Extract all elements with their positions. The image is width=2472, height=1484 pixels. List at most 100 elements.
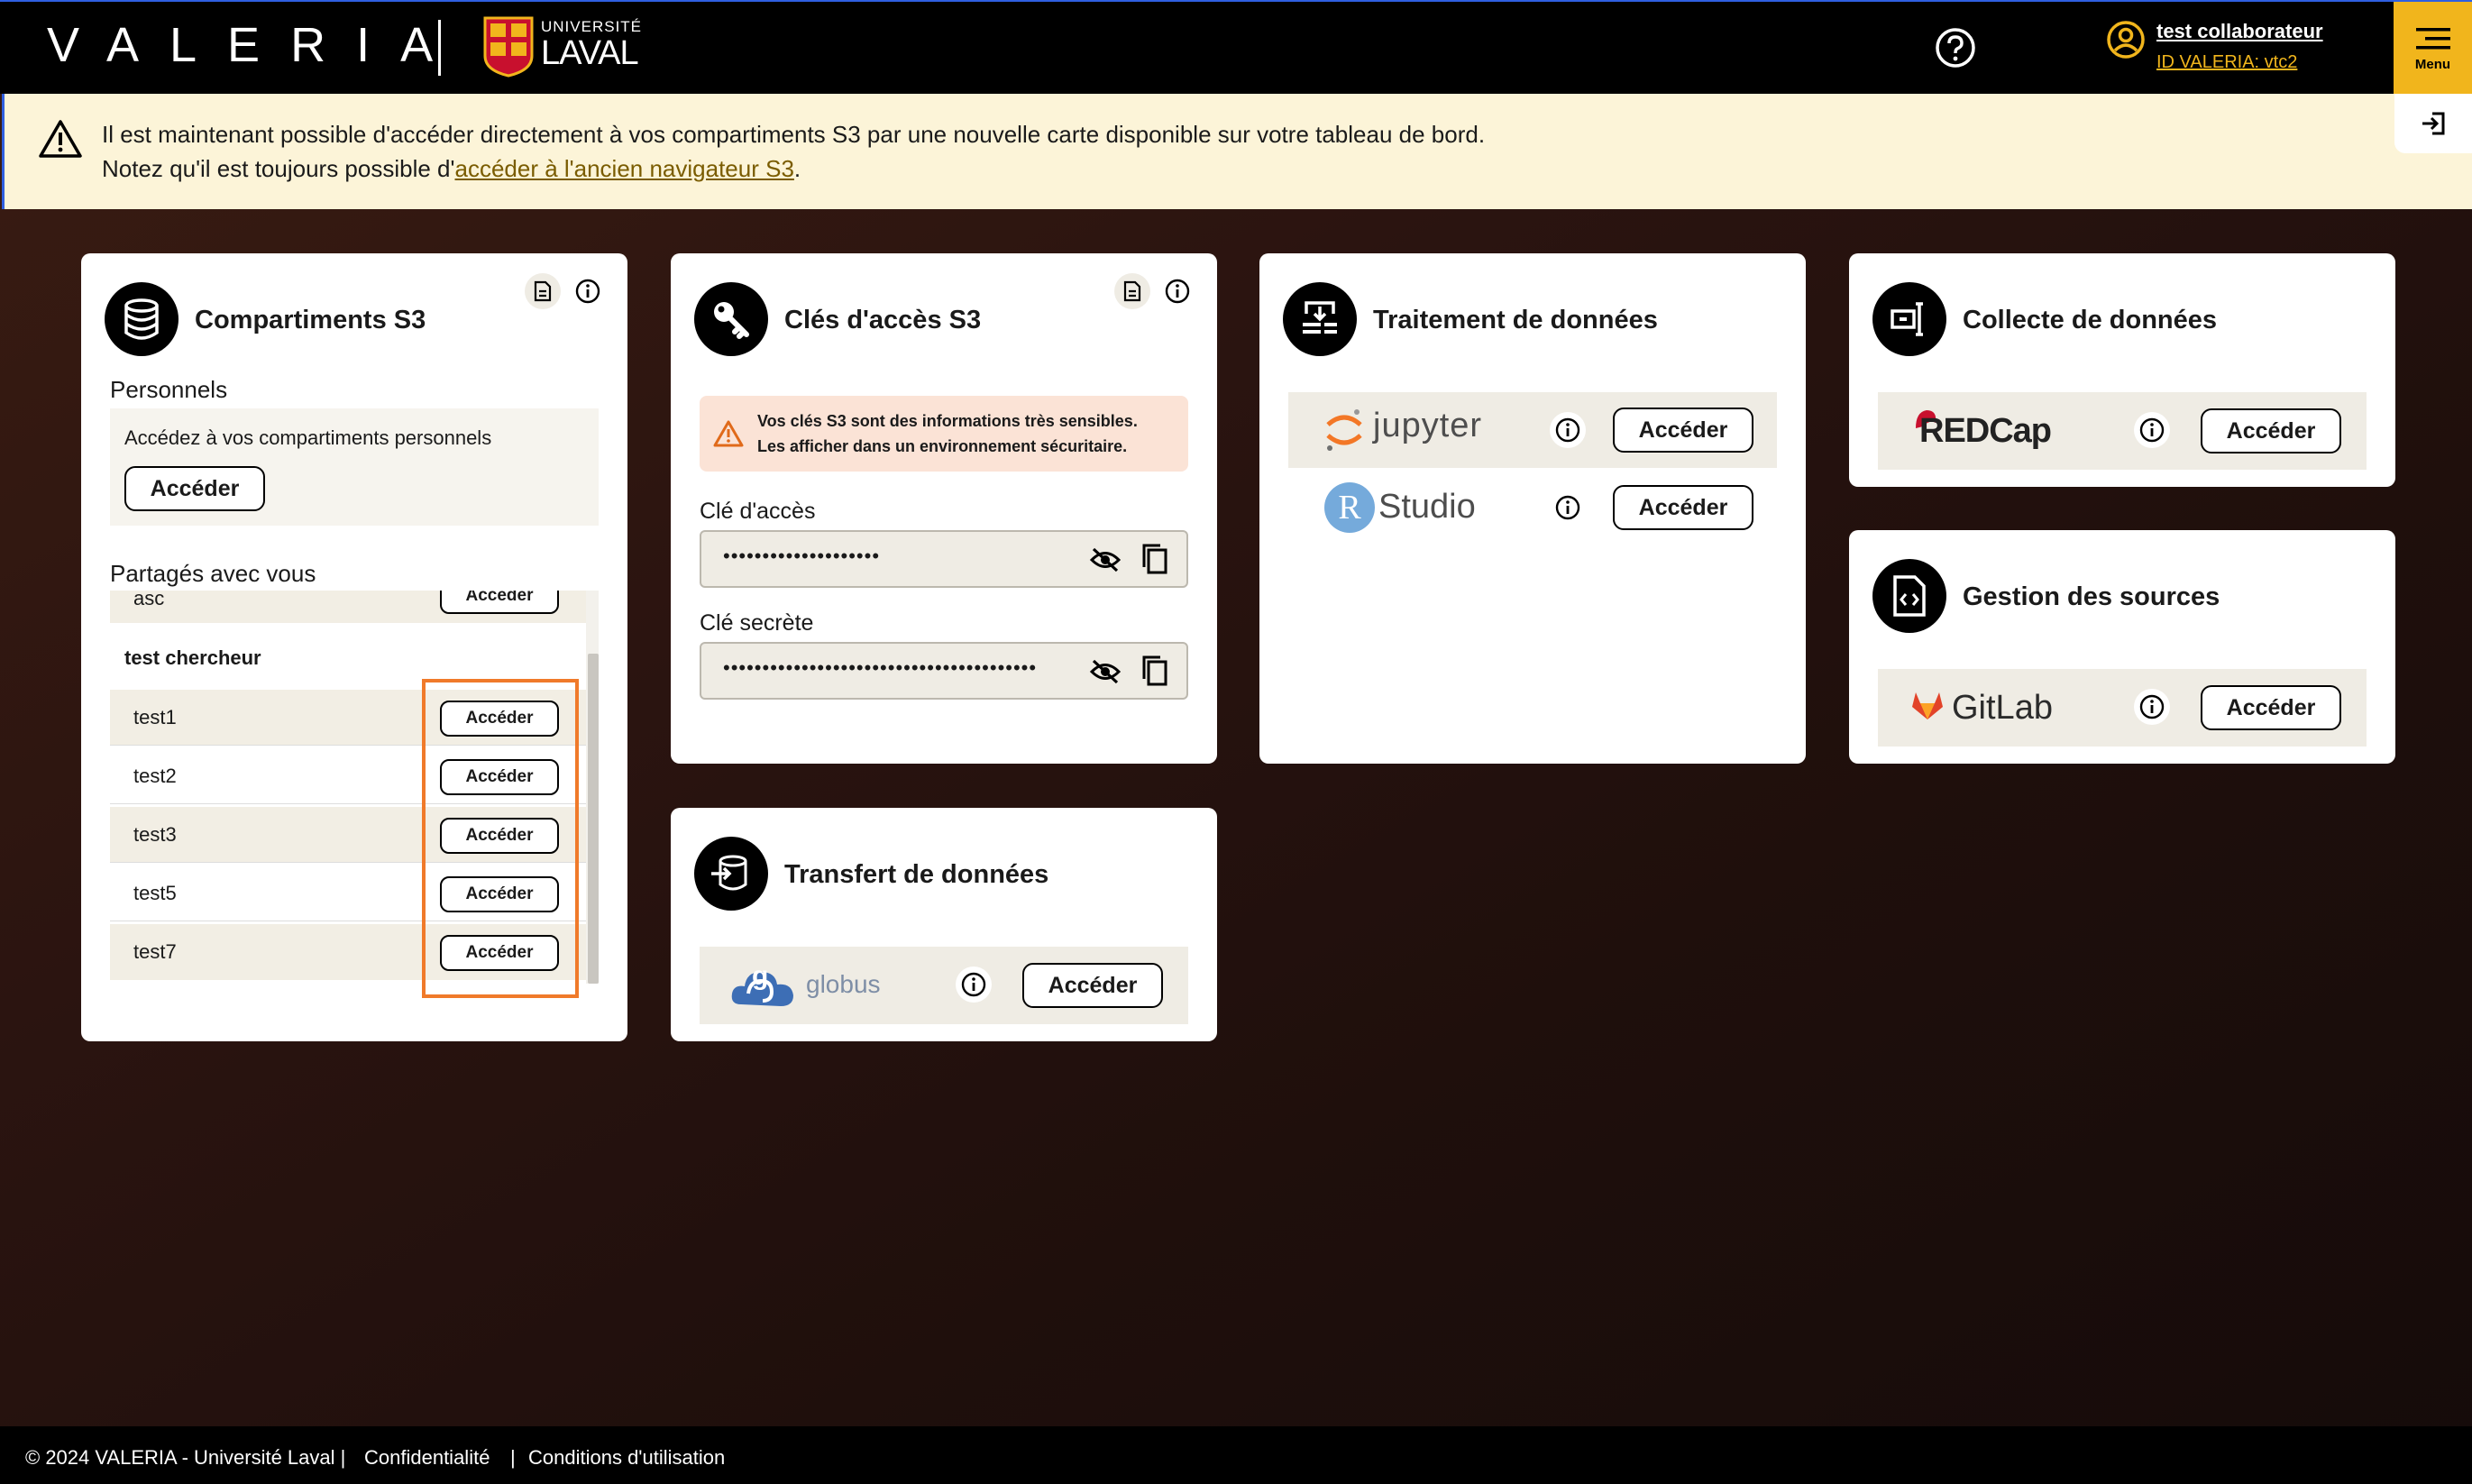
data-collection-card: Collecte de données REDCap Accéder bbox=[1849, 253, 2395, 487]
gitlab-access-button[interactable]: Accéder bbox=[2201, 685, 2341, 730]
user-id-link[interactable]: ID VALERIA: vtc2 bbox=[2156, 52, 2323, 73]
jupyter-row: jupyter Accéder bbox=[1288, 392, 1777, 468]
info-icon[interactable] bbox=[1550, 412, 1586, 448]
shared-heading: Partagés avec vous bbox=[110, 560, 316, 587]
document-icon[interactable] bbox=[525, 273, 561, 309]
info-icon[interactable] bbox=[2134, 412, 2170, 448]
redcap-row: REDCap Accéder bbox=[1878, 392, 2367, 470]
info-icon[interactable] bbox=[956, 966, 992, 1003]
rstudio-logo-icon: R bbox=[1324, 482, 1375, 533]
logo-divider bbox=[438, 20, 441, 76]
info-icon[interactable] bbox=[2134, 689, 2170, 725]
transfer-card-title: Transfert de données bbox=[784, 860, 1049, 889]
personal-text: Accédez à vos compartiments personnels bbox=[124, 426, 492, 449]
info-icon[interactable] bbox=[1550, 490, 1586, 526]
database-icon bbox=[105, 282, 179, 356]
access-key-value: •••••••••••••••••••• bbox=[723, 545, 881, 567]
document-icon[interactable] bbox=[1114, 273, 1150, 309]
secret-key-field[interactable]: •••••••••••••••••••••••••••••••••••••••• bbox=[700, 642, 1188, 700]
info-banner: Il est maintenant possible d'accéder dir… bbox=[2, 94, 2472, 209]
data-processing-card: Traitement de données jupyter Accéder R … bbox=[1259, 253, 1806, 764]
copy-icon[interactable] bbox=[1141, 543, 1168, 575]
personal-section: Accédez à vos compartiments personnels A… bbox=[110, 408, 599, 526]
bucket-name: test1 bbox=[133, 706, 177, 728]
universite-laval-crest-icon bbox=[483, 16, 534, 78]
bucket-name: asc bbox=[133, 591, 165, 609]
old-s3-browser-link[interactable]: accéder à l'ancien navigateur S3 bbox=[454, 155, 793, 182]
collection-card-title: Collecte de données bbox=[1963, 306, 2218, 334]
personal-heading: Personnels bbox=[110, 376, 228, 403]
menu-button[interactable]: Menu bbox=[2394, 2, 2472, 96]
globus-access-button[interactable]: Accéder bbox=[1022, 963, 1163, 1008]
gitlab-logo-icon bbox=[1912, 692, 1943, 719]
help-icon[interactable] bbox=[1935, 27, 1976, 69]
sources-card-title: Gestion des sources bbox=[1963, 582, 2220, 611]
warning-line-1: Vos clés S3 sont des informations très s… bbox=[757, 412, 1138, 430]
privacy-link[interactable]: Confidentialité bbox=[364, 1446, 490, 1470]
secret-key-label: Clé secrète bbox=[700, 610, 814, 636]
data-transfer-card: Transfert de données g globus Accéder bbox=[671, 808, 1217, 1041]
warning-line-2: Les afficher dans un environnement sécur… bbox=[757, 437, 1128, 455]
globus-label: globus bbox=[806, 970, 881, 998]
scrollbar-thumb[interactable] bbox=[588, 654, 599, 984]
keys-warning: Vos clés S3 sont des informations très s… bbox=[700, 396, 1188, 472]
source-code-file-icon bbox=[1872, 559, 1946, 633]
keys-card-title: Clés d'accès S3 bbox=[784, 306, 982, 334]
personal-access-button[interactable]: Accéder bbox=[124, 466, 265, 511]
hamburger-icon bbox=[2415, 27, 2450, 49]
group-label: test chercheur bbox=[124, 646, 261, 669]
valeria-logo[interactable]: VALERIA bbox=[47, 16, 463, 74]
eye-off-icon[interactable] bbox=[1089, 546, 1122, 573]
logout-button[interactable] bbox=[2394, 94, 2472, 153]
rstudio-row: R Studio Accéder bbox=[1288, 470, 1777, 545]
access-key-field[interactable]: •••••••••••••••••••• bbox=[700, 530, 1188, 588]
highlight-box bbox=[422, 679, 579, 998]
processing-icon bbox=[1283, 282, 1357, 356]
bucket-name: test3 bbox=[133, 823, 177, 846]
shared-row-partial: asc Accéder bbox=[110, 591, 595, 623]
jupyter-label: jupyter bbox=[1373, 407, 1483, 444]
globus-logo-icon: g bbox=[731, 961, 793, 1006]
banner-note-suffix: . bbox=[793, 155, 801, 182]
banner-message: Il est maintenant possible d'accéder dir… bbox=[102, 121, 1486, 148]
user-avatar-icon bbox=[2107, 21, 2145, 59]
terms-link[interactable]: Conditions d'utilisation bbox=[528, 1446, 725, 1470]
bucket-name: test7 bbox=[133, 940, 177, 963]
warning-icon bbox=[713, 420, 744, 447]
bucket-name: test2 bbox=[133, 765, 177, 787]
user-menu[interactable]: test collaborateur ID VALERIA: vtc2 bbox=[2106, 20, 2323, 73]
footer: © 2024 VALERIA - Université Laval | Conf… bbox=[0, 1426, 2472, 1484]
access-key-label: Clé d'accès bbox=[700, 499, 816, 524]
universite-laval-logo[interactable]: UNIVERSITÉ LAVAL bbox=[541, 18, 642, 70]
info-icon[interactable] bbox=[570, 273, 606, 309]
menu-label: Menu bbox=[2414, 56, 2451, 72]
jupyter-access-button[interactable]: Accéder bbox=[1613, 408, 1753, 453]
bucket-access-button[interactable]: Accéder bbox=[440, 591, 559, 614]
top-bar: VALERIA UNIVERSITÉ LAVAL test collaborat… bbox=[0, 0, 2472, 96]
rstudio-label: Studio bbox=[1378, 488, 1476, 526]
s3-buckets-card: Compartiments S3 Personnels Accédez à vo… bbox=[81, 253, 627, 1041]
jupyter-logo-icon bbox=[1326, 409, 1362, 451]
svg-text:g: g bbox=[752, 961, 768, 991]
rstudio-access-button[interactable]: Accéder bbox=[1613, 485, 1753, 530]
logout-icon bbox=[2422, 112, 2445, 135]
gitlab-row: GitLab Accéder bbox=[1878, 669, 2367, 747]
university-big-label: LAVAL bbox=[541, 34, 639, 72]
key-icon bbox=[694, 282, 768, 356]
processing-card-title: Traitement de données bbox=[1373, 306, 1658, 334]
user-name-link[interactable]: test collaborateur bbox=[2156, 20, 2323, 43]
s3-keys-card: Clés d'accès S3 Vos clés S3 sont des inf… bbox=[671, 253, 1217, 764]
footer-separator: | bbox=[510, 1446, 516, 1469]
collection-icon bbox=[1872, 282, 1946, 356]
university-small-label: UNIVERSITÉ bbox=[541, 18, 643, 35]
redcap-access-button[interactable]: Accéder bbox=[2201, 408, 2341, 453]
footer-copyright: © 2024 VALERIA - Université Laval | bbox=[25, 1446, 346, 1469]
banner-note: Notez qu'il est toujours possible d'accé… bbox=[102, 155, 801, 183]
source-management-card: Gestion des sources GitLab Accéder bbox=[1849, 530, 2395, 764]
eye-off-icon[interactable] bbox=[1089, 658, 1122, 685]
copy-icon[interactable] bbox=[1141, 655, 1168, 687]
info-icon[interactable] bbox=[1159, 273, 1195, 309]
redcap-label: REDCap bbox=[1919, 412, 2052, 450]
warning-icon bbox=[39, 120, 82, 158]
s3-card-title: Compartiments S3 bbox=[195, 306, 426, 334]
